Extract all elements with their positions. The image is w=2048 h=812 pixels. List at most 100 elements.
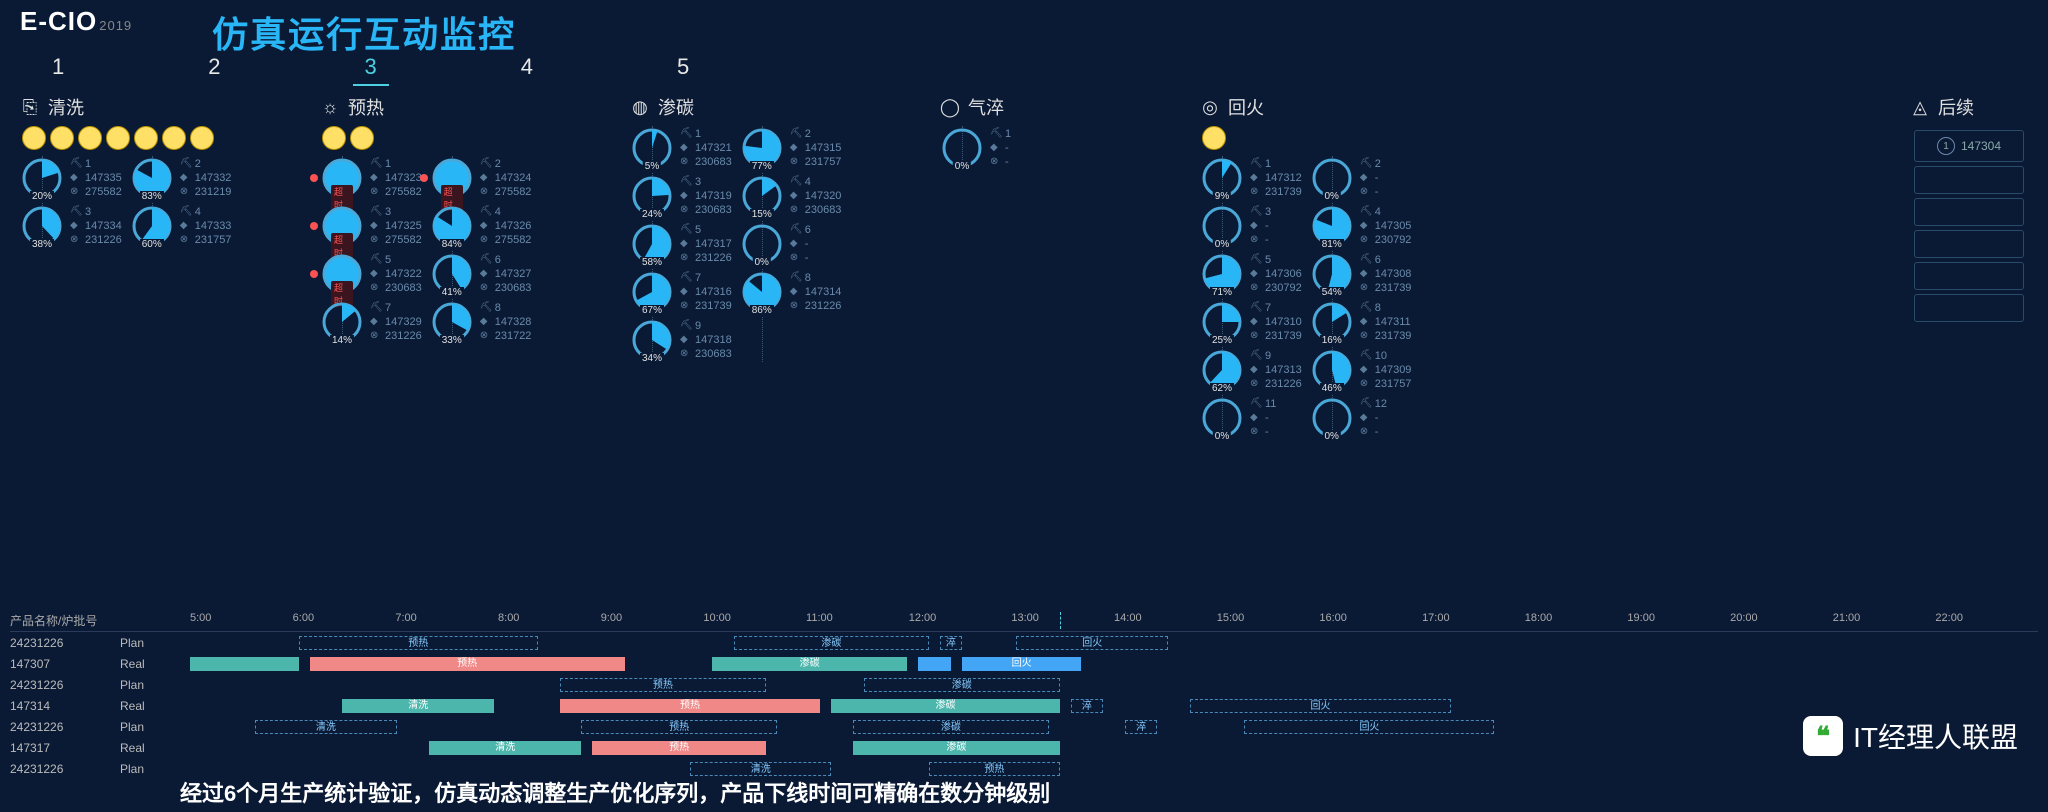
- progress-pie: 71%: [1200, 252, 1244, 296]
- gantt-bar[interactable]: [918, 657, 951, 671]
- unit[interactable]: 60% ⛏4 ◆147333 ⊗231757: [130, 204, 232, 248]
- unit[interactable]: 67% ⛏7 ◆147316 ⊗231739: [630, 270, 732, 314]
- dots: [22, 126, 300, 150]
- unit[interactable]: 86% ⛏8 ◆147314 ⊗231226: [740, 270, 842, 314]
- unit[interactable]: 58% ⛏5 ◆147317 ⊗231226: [630, 222, 732, 266]
- progress-pie: 0%: [1200, 396, 1244, 440]
- wechat-icon: ❝: [1803, 716, 1843, 756]
- gantt-bar[interactable]: 预热: [592, 741, 766, 755]
- gantt-bar[interactable]: 渗碳: [853, 720, 1049, 734]
- gantt-bar[interactable]: 淬: [940, 636, 962, 650]
- queue-item[interactable]: [1914, 166, 2024, 194]
- gantt-bar[interactable]: 预热: [310, 657, 625, 671]
- unit[interactable]: 超时 ⛏1 ◆147323 ⊗275582: [320, 156, 422, 200]
- gantt-bar[interactable]: 回火: [1244, 720, 1494, 734]
- unit[interactable]: 0% ⛏11 ◆- ⊗-: [1200, 396, 1302, 440]
- unit[interactable]: 超时 ⛏3 ◆147325 ⊗275582: [320, 204, 422, 248]
- gantt-bar[interactable]: 清洗: [429, 741, 581, 755]
- unit[interactable]: 71% ⛏5 ◆147306 ⊗230792: [1200, 252, 1302, 296]
- unit[interactable]: 33% ⛏8 ◆147328 ⊗231722: [430, 300, 532, 344]
- unit-info: ⛏4 ◆147320 ⊗230683: [790, 175, 842, 217]
- gantt-bar[interactable]: 淬: [1125, 720, 1158, 734]
- unit[interactable]: 62% ⛏9 ◆147313 ⊗231226: [1200, 348, 1302, 392]
- unit[interactable]: 54% ⛏6 ◆147308 ⊗231739: [1310, 252, 1412, 296]
- station-icon: ◯: [940, 97, 960, 117]
- unit[interactable]: 5% ⛏1 ◆147321 ⊗230683: [630, 126, 732, 170]
- station-header: ☼ 预热: [320, 94, 610, 120]
- gantt-bar[interactable]: 预热: [560, 699, 821, 713]
- gantt-bar[interactable]: 渗碳: [864, 678, 1060, 692]
- gantt-bar[interactable]: 回火: [962, 657, 1082, 671]
- progress-pie: 46%: [1310, 348, 1354, 392]
- tab-1[interactable]: 1: [40, 50, 76, 86]
- unit[interactable]: 81% ⛏4 ◆147305 ⊗230792: [1310, 204, 1412, 248]
- gantt-bar[interactable]: 清洗: [255, 720, 396, 734]
- unit[interactable]: 15% ⛏4 ◆147320 ⊗230683: [740, 174, 842, 218]
- unit-info: ⛏6 ◆147308 ⊗231739: [1360, 253, 1412, 295]
- progress-pie: 24%: [630, 174, 674, 218]
- gantt-bar[interactable]: 回火: [1190, 699, 1451, 713]
- gantt-bar[interactable]: 渗碳: [734, 636, 930, 650]
- unit[interactable]: 24% ⛏3 ◆147319 ⊗230683: [630, 174, 732, 218]
- unit-info: ⛏8 ◆147311 ⊗231739: [1360, 301, 1412, 343]
- tab-5[interactable]: 5: [665, 50, 701, 86]
- tab-3[interactable]: 3: [353, 50, 389, 86]
- unit[interactable]: 20% ⛏1 ◆147335 ⊗275582: [20, 156, 122, 200]
- station-header: ◬ 后续: [1910, 94, 2028, 120]
- tab-2[interactable]: 2: [196, 50, 232, 86]
- dot: [78, 126, 102, 150]
- gantt-bar[interactable]: 预热: [299, 636, 538, 650]
- unit[interactable]: 83% ⛏2 ◆147332 ⊗231219: [130, 156, 232, 200]
- dot: [1202, 126, 1226, 150]
- queue-item[interactable]: 1 147304: [1914, 130, 2024, 162]
- unit-info: ⛏4 ◆147305 ⊗230792: [1360, 205, 1412, 247]
- unit[interactable]: 0% ⛏3 ◆- ⊗-: [1200, 204, 1302, 248]
- unit-info: ⛏3 ◆- ⊗-: [1250, 205, 1271, 247]
- gantt-bar[interactable]: 回火: [1016, 636, 1168, 650]
- unit[interactable]: 38% ⛏3 ◆147334 ⊗231226: [20, 204, 122, 248]
- gantt-bar[interactable]: [190, 657, 299, 671]
- station-name: 气淬: [968, 94, 1004, 120]
- unit[interactable]: 34% ⛏9 ◆147318 ⊗230683: [630, 318, 732, 362]
- unit-info: ⛏6 ◆- ⊗-: [790, 223, 811, 265]
- unit[interactable]: 46% ⛏10 ◆147309 ⊗231757: [1310, 348, 1412, 392]
- unit-info: ⛏1 ◆147321 ⊗230683: [680, 127, 732, 169]
- unit[interactable]: 9% ⛏1 ◆147312 ⊗231739: [1200, 156, 1302, 200]
- gantt-bar[interactable]: 清洗: [342, 699, 494, 713]
- queue-item[interactable]: [1914, 294, 2024, 322]
- gantt-bar[interactable]: 预热: [560, 678, 767, 692]
- queue-item[interactable]: [1914, 198, 2024, 226]
- gantt-row: 24231226Plan 清洗预热渗碳淬回火: [10, 716, 2038, 737]
- unit[interactable]: 25% ⛏7 ◆147310 ⊗231739: [1200, 300, 1302, 344]
- unit[interactable]: 84% ⛏4 ◆147326 ⊗275582: [430, 204, 532, 248]
- queue-item[interactable]: [1914, 262, 2024, 290]
- progress-pie: 41%: [430, 252, 474, 296]
- unit[interactable]: 0% ⛏6 ◆- ⊗-: [740, 222, 842, 266]
- gantt-bar[interactable]: 清洗: [690, 762, 831, 776]
- gantt-row: 24231226Plan 预热渗碳: [10, 674, 2038, 695]
- unit[interactable]: 0% ⛏12 ◆- ⊗-: [1310, 396, 1412, 440]
- unit[interactable]: 超时 ⛏2 ◆147324 ⊗275582: [430, 156, 532, 200]
- unit[interactable]: 41% ⛏6 ◆147327 ⊗230683: [430, 252, 532, 296]
- unit[interactable]: 0% ⛏2 ◆- ⊗-: [1310, 156, 1412, 200]
- station-4: ◎ 回火 9% ⛏1 ◆147312 ⊗231739 0% ⛏3 ◆-: [1190, 94, 1520, 440]
- unit-info: ⛏8 ◆147328 ⊗231722: [480, 301, 532, 343]
- gantt-bar[interactable]: 渗碳: [712, 657, 908, 671]
- gantt-bar[interactable]: 淬: [1071, 699, 1104, 713]
- unit[interactable]: 77% ⛏2 ◆147315 ⊗231757: [740, 126, 842, 170]
- unit[interactable]: 14% ⛏7 ◆147329 ⊗231226: [320, 300, 422, 344]
- gantt-bar[interactable]: 渗碳: [853, 741, 1060, 755]
- unit[interactable]: 0% ⛏1 ◆- ⊗-: [940, 126, 1011, 170]
- progress-pie: 38%: [20, 204, 64, 248]
- unit[interactable]: 16% ⛏8 ◆147311 ⊗231739: [1310, 300, 1412, 344]
- unit[interactable]: 超时 ⛏5 ◆147322 ⊗230683: [320, 252, 422, 296]
- gantt-bar[interactable]: 预热: [581, 720, 777, 734]
- progress-pie: 67%: [630, 270, 674, 314]
- tab-4[interactable]: 4: [509, 50, 545, 86]
- queue-item[interactable]: [1914, 230, 2024, 258]
- gantt-bar[interactable]: 渗碳: [831, 699, 1059, 713]
- stations-row: ⎘ 清洗 20% ⛏1 ◆147335 ⊗275582 38% ⛏3: [0, 86, 2048, 440]
- dots: [322, 126, 610, 150]
- gantt-bar[interactable]: 预热: [929, 762, 1059, 776]
- station-icon: ◎: [1200, 97, 1220, 117]
